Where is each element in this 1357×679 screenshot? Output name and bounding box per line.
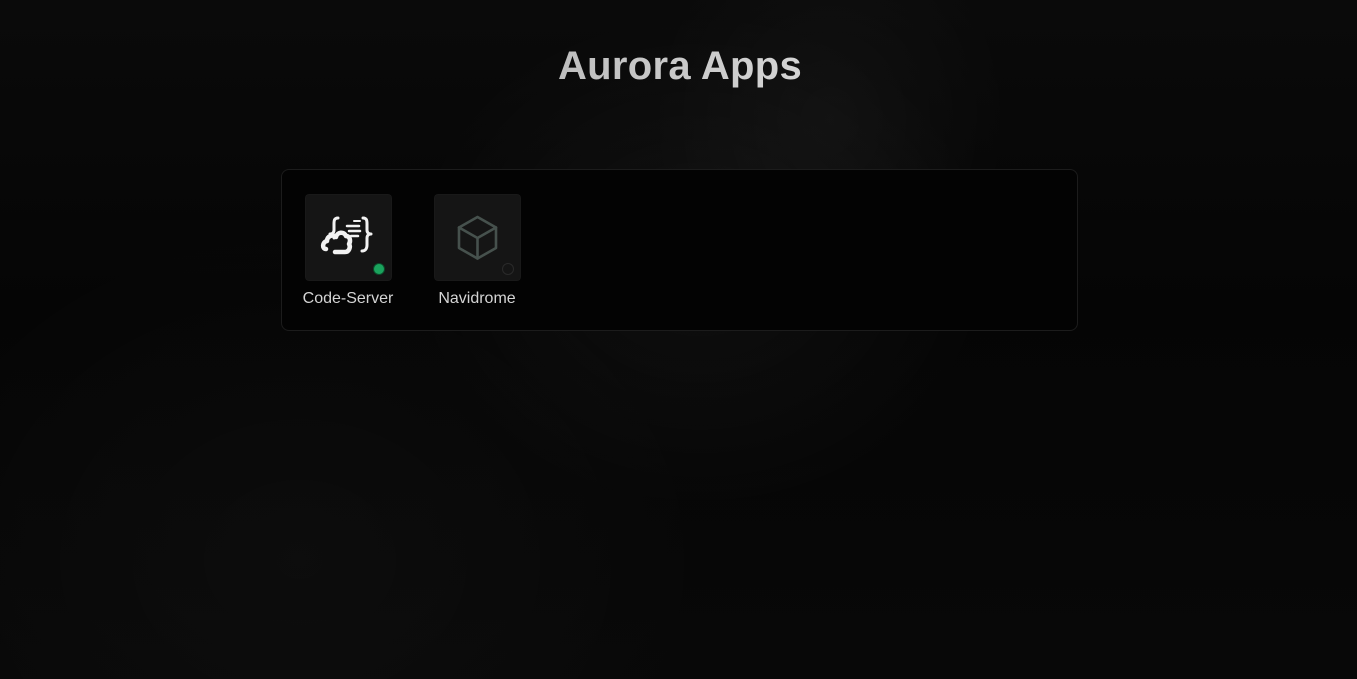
apps-panel: Code-Server Navidrome [281, 169, 1078, 331]
app-tile-navidrome[interactable]: Navidrome [427, 194, 527, 314]
app-icon-container [305, 194, 392, 281]
app-icon-container [434, 194, 521, 281]
app-tile-code-server[interactable]: Code-Server [298, 194, 398, 314]
status-indicator-online [373, 263, 385, 275]
page-title: Aurora Apps [0, 44, 1357, 89]
status-indicator-offline [502, 263, 514, 275]
app-label: Code-Server [302, 290, 394, 307]
app-label: Navidrome [438, 290, 516, 307]
page-backdrop [0, 0, 1357, 679]
